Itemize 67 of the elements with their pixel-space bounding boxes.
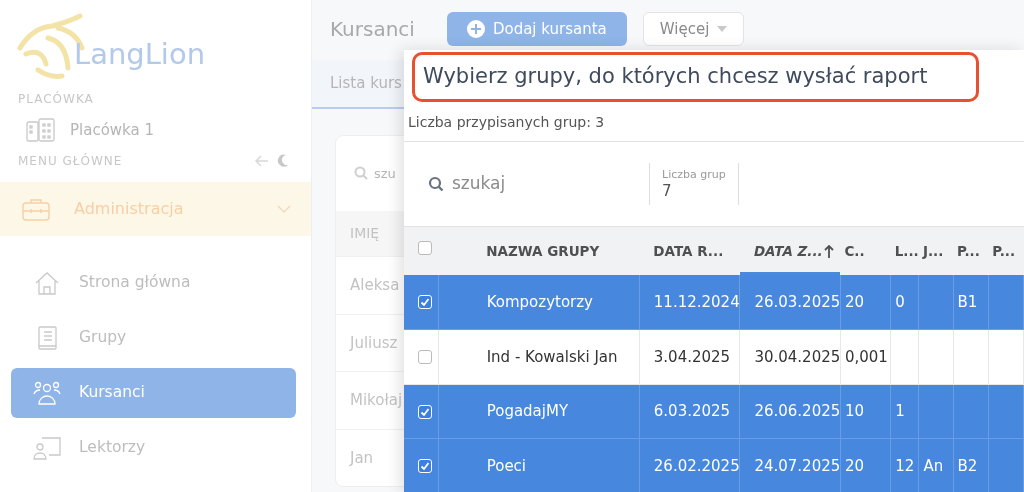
page-title: Kursanci <box>330 16 415 43</box>
checked-checkbox[interactable] <box>418 404 432 419</box>
column-header[interactable]: C.. <box>840 226 891 275</box>
add-student-button[interactable]: Dodaj kursanta <box>446 12 627 46</box>
branch-name: Placówka 1 <box>70 119 155 141</box>
section-label: PLACÓWKA <box>17 90 95 108</box>
table-cell: 10 <box>844 402 865 420</box>
table-cell: 11.12.2024 <box>653 292 739 311</box>
table-cell: An <box>923 456 944 475</box>
column-header[interactable]: NAZWA GRUPY <box>438 226 640 275</box>
table-cell: 26.03.2025 <box>754 292 840 311</box>
column-header[interactable]: DATA Z... <box>739 226 841 275</box>
sidebar-item[interactable]: Strona główna <box>11 258 296 308</box>
building-icon <box>26 118 56 142</box>
table-cell: 24.07.2025 <box>754 456 840 475</box>
checked-checkbox[interactable] <box>418 295 432 310</box>
table-cell: B2 <box>957 456 978 475</box>
table-row[interactable]: PogadajMY 6.03.2025 26.06.2025 10 1 <box>404 384 1024 439</box>
briefcase-icon <box>22 197 50 221</box>
table-cell: 12 <box>895 456 915 475</box>
teacher-board-icon <box>33 435 61 461</box>
table-cell: 0 <box>895 292 905 311</box>
search-icon <box>428 175 444 192</box>
table-cell: 20 <box>844 292 865 311</box>
plus-circle-icon <box>466 20 485 38</box>
column-header[interactable]: L... <box>890 226 919 275</box>
table-cell: 1 <box>895 402 905 420</box>
table-cell: Poeci <box>486 456 527 475</box>
column-header[interactable]: J... <box>918 226 954 275</box>
table-row[interactable]: Poeci 26.02.2025 24.07.2025 20 12 An B2 <box>404 438 1024 492</box>
caret-down-icon <box>717 26 728 32</box>
section-label: MENU GŁÓWNE <box>17 152 123 170</box>
table-cell: 26.02.2025 <box>653 456 739 475</box>
table-cell: PogadajMY <box>486 402 569 420</box>
table-row[interactable]: Kompozytorzy 11.12.2024 26.03.2025 20 0 B1 <box>404 275 1024 330</box>
table-row[interactable]: Ind - Kowalski Jan 3.04.2025 30.04.2025 0,001 <box>404 329 1024 384</box>
table-cell: Kompozytorzy <box>486 292 593 311</box>
more-dropdown-button[interactable]: Więcej <box>642 12 745 46</box>
table-cell: Ind - Kowalski Jan <box>486 347 618 366</box>
column-header[interactable]: P... <box>953 226 989 275</box>
moon-icon[interactable] <box>277 154 289 168</box>
checkbox[interactable] <box>418 350 432 364</box>
table-cell: 26.06.2025 <box>754 402 840 420</box>
sidebar-item[interactable]: Lektorzy <box>11 423 296 473</box>
modal-title: Wybierz grupy, do których chcesz wysłać raport <box>412 52 979 102</box>
table-cell: 20 <box>844 456 865 475</box>
column-header[interactable]: DATA R... <box>639 226 740 275</box>
arrow-left-icon[interactable] <box>255 155 269 167</box>
assigned-count: Liczba przypisanych grup: 3 <box>404 101 1024 142</box>
sidebar-item[interactable]: Kursanci <box>11 368 296 418</box>
select-all-checkbox[interactable] <box>418 240 432 255</box>
house-icon <box>33 270 61 296</box>
table-cell: 6.03.2025 <box>653 402 731 420</box>
count-value: 7 <box>662 183 673 200</box>
table-cell: 0,001 <box>844 347 888 366</box>
table-cell: 30.04.2025 <box>754 347 840 366</box>
column-header[interactable]: P... <box>988 226 1024 275</box>
checked-checkbox[interactable] <box>418 459 432 473</box>
count-label: Liczba grup <box>662 166 726 183</box>
search-icon <box>354 166 368 181</box>
table-cell: 3.04.2025 <box>653 347 731 366</box>
table-cell: B1 <box>957 292 978 311</box>
sidebar-item[interactable]: Grupy <box>11 313 296 363</box>
people-icon <box>33 380 61 406</box>
logo-text: LangLion <box>74 35 206 73</box>
sort-up-icon <box>823 245 834 259</box>
search-field[interactable]: szu <box>374 163 414 183</box>
